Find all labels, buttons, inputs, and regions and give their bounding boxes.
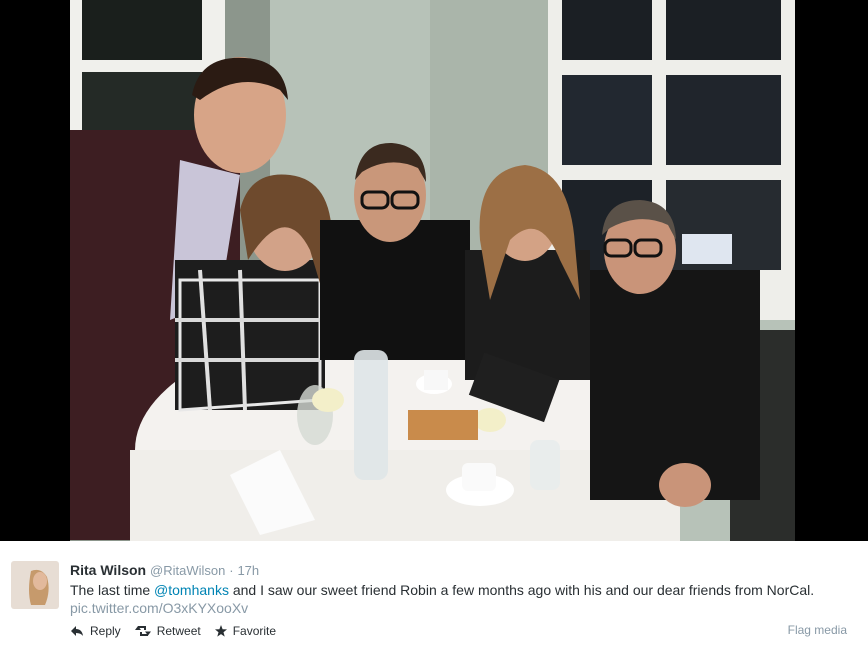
tweet-text-part: The last time	[70, 582, 155, 598]
avatar[interactable]	[11, 561, 59, 609]
header-separator: ·	[229, 563, 234, 578]
tweet-card: Rita Wilson @RitaWilson · 17h The last t…	[0, 541, 868, 648]
retweet-button[interactable]: Retweet	[134, 624, 201, 638]
mention-link[interactable]: @tomhanks	[154, 582, 229, 598]
reply-icon	[70, 625, 84, 637]
tweet-timestamp[interactable]: 17h	[237, 563, 259, 578]
reply-button[interactable]: Reply	[70, 624, 121, 638]
favorite-button[interactable]: Favorite	[214, 624, 277, 638]
tweet-photo[interactable]	[70, 0, 795, 541]
media-photo-container[interactable]	[0, 0, 868, 541]
tweet-text-part: and I saw our sweet friend Robin a few m…	[228, 582, 815, 598]
flag-media-link[interactable]: Flag media	[788, 623, 847, 637]
favorite-label: Favorite	[232, 624, 277, 638]
pic-link[interactable]: pic.twitter.com/O3xKYXooXv	[70, 600, 248, 616]
retweet-label: Retweet	[156, 624, 201, 638]
star-icon	[214, 625, 227, 637]
tweet-text: The last time @tomhanks and I saw our sw…	[70, 581, 850, 600]
author-name[interactable]: Rita Wilson	[70, 562, 146, 578]
tweet-header: Rita Wilson @RitaWilson · 17h	[70, 562, 259, 578]
retweet-icon	[134, 625, 151, 637]
reply-label: Reply	[90, 624, 121, 638]
author-handle[interactable]: @RitaWilson	[150, 563, 225, 578]
tweet-actions: Reply Retweet Favorite	[70, 624, 276, 638]
